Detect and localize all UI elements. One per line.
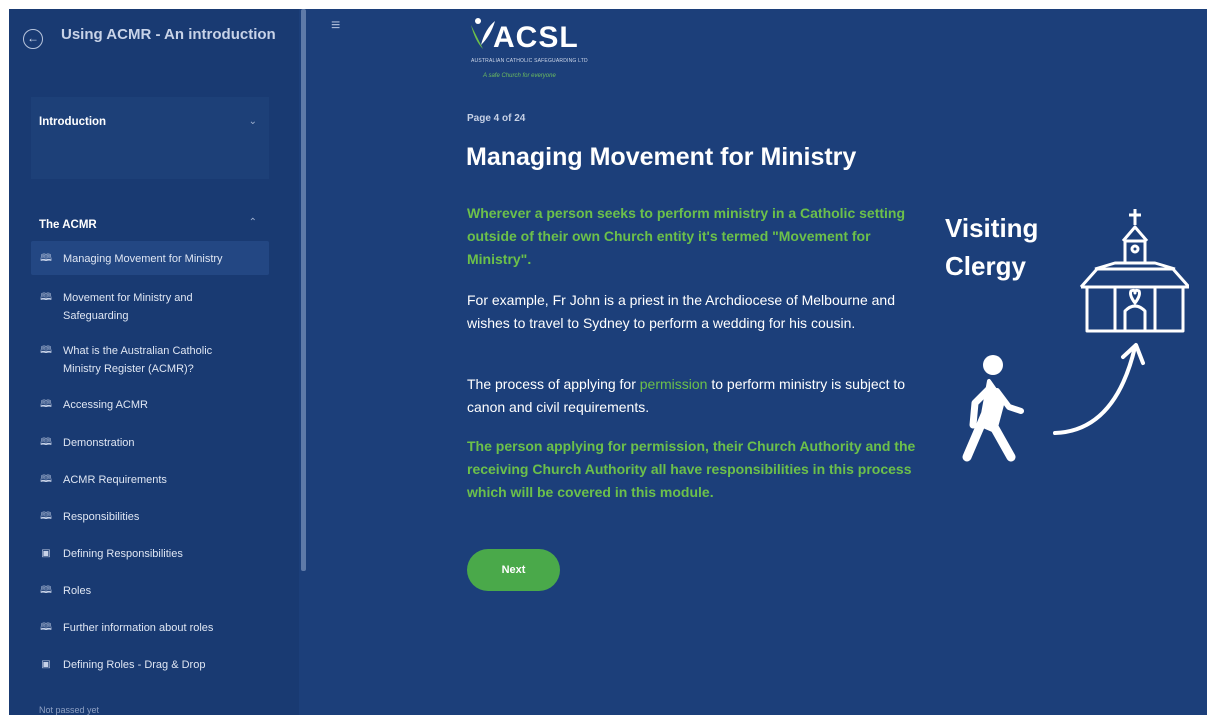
process-text-before: The process of applying for bbox=[467, 376, 640, 392]
permission-highlight: permission bbox=[639, 376, 708, 392]
lesson-item[interactable]: 🕮 ACMR Requirements bbox=[31, 462, 269, 499]
book-icon: 🕮 bbox=[40, 474, 52, 485]
course-title: Using ACMR - An introduction bbox=[61, 26, 276, 43]
walking-person-icon bbox=[962, 355, 1024, 462]
lesson-label: Defining Responsibilities bbox=[63, 548, 183, 560]
curved-arrow-icon bbox=[1053, 343, 1145, 435]
section-label: The ACMR bbox=[39, 219, 97, 231]
lesson-list: 🕮 Managing Movement for Ministry 🕮 Movem… bbox=[31, 241, 269, 684]
lesson-item[interactable]: 🕮 Managing Movement for Ministry bbox=[31, 241, 269, 275]
lesson-label: Defining Roles - Drag & Drop bbox=[63, 659, 206, 671]
example-text: For example, Fr John is a priest in the … bbox=[467, 292, 895, 331]
lesson-item[interactable]: 🕮 Movement for Ministry and Safeguarding bbox=[31, 275, 269, 329]
lesson-item[interactable]: 🕮 What is the Australian Catholic Minist… bbox=[31, 329, 269, 387]
lesson-item[interactable]: ▣ Defining Responsibilities bbox=[31, 536, 269, 573]
lesson-item[interactable]: 🕮 Demonstration bbox=[31, 425, 269, 462]
sidebar: ← Using ACMR - An introduction Introduct… bbox=[9, 9, 299, 715]
sidebar-header: ← Using ACMR - An introduction bbox=[21, 25, 291, 81]
chevron-up-icon: ⌃ bbox=[248, 217, 257, 228]
lesson-label: Further information about roles bbox=[63, 622, 214, 634]
book-icon: 🕮 bbox=[40, 437, 52, 448]
book-icon: 🕮 bbox=[40, 345, 52, 356]
logo-tagline: A safe Church for everyone bbox=[483, 73, 556, 79]
closing-text: The person applying for permission, thei… bbox=[467, 438, 916, 500]
book-icon: 🕮 bbox=[40, 399, 52, 410]
book-icon: 🕮 bbox=[40, 585, 52, 596]
acsl-logo: ACSL AUSTRALIAN CATHOLIC SAFEGUARDING LT… bbox=[467, 11, 607, 83]
lesson-label: Movement for Ministry and Safeguarding bbox=[63, 292, 193, 322]
hamburger-menu-icon[interactable]: ≡ bbox=[331, 17, 340, 35]
lesson-label: Roles bbox=[63, 585, 92, 597]
lesson-item[interactable]: 🕮 Further information about roles bbox=[31, 610, 269, 647]
lesson-label: ACMR Requirements bbox=[63, 474, 167, 486]
lesson-label: Demonstration bbox=[63, 437, 135, 449]
sidebar-scrollbar[interactable] bbox=[301, 9, 306, 571]
chevron-down-icon: ⌄ bbox=[248, 116, 257, 127]
lesson-item[interactable]: 🕮 Responsibilities bbox=[31, 499, 269, 536]
book-icon: 🕮 bbox=[40, 253, 52, 264]
logo-subtitle: AUSTRALIAN CATHOLIC SAFEGUARDING LTD bbox=[471, 58, 588, 64]
section-introduction[interactable]: Introduction ⌄ bbox=[31, 97, 269, 179]
book-icon: 🕮 bbox=[40, 622, 52, 633]
app-window: ← Using ACMR - An introduction Introduct… bbox=[9, 9, 1207, 715]
logo-text: ACSL bbox=[493, 21, 579, 54]
lesson-label: What is the Australian Catholic Ministry… bbox=[63, 345, 213, 375]
progress-status: Not passed yet bbox=[39, 705, 100, 715]
page-title: Managing Movement for Ministry bbox=[466, 143, 857, 171]
section-label: Introduction bbox=[39, 116, 107, 128]
section-the-acmr[interactable]: The ACMR ⌃ bbox=[31, 201, 269, 239]
next-button[interactable]: Next bbox=[467, 549, 560, 591]
quiz-icon: ▣ bbox=[41, 548, 51, 559]
page-indicator: Page 4 of 24 bbox=[467, 113, 526, 124]
lesson-item[interactable]: ▣ Defining Roles - Drag & Drop bbox=[31, 647, 269, 684]
visiting-clergy-illustration bbox=[962, 209, 1189, 462]
book-icon: 🕮 bbox=[40, 511, 52, 522]
lesson-label: Accessing ACMR bbox=[63, 399, 148, 411]
back-arrow-icon[interactable]: ← bbox=[23, 29, 43, 49]
intro-text: Wherever a person seeks to perform minis… bbox=[467, 205, 906, 267]
lesson-item[interactable]: 🕮 Accessing ACMR bbox=[31, 387, 269, 425]
church-icon bbox=[1079, 209, 1189, 333]
process-text: The process of applying for permission t… bbox=[467, 373, 917, 419]
lesson-label: Managing Movement for Ministry bbox=[63, 253, 223, 265]
quiz-icon: ▣ bbox=[41, 659, 51, 670]
book-icon: 🕮 bbox=[40, 292, 52, 303]
lesson-label: Responsibilities bbox=[63, 511, 140, 523]
lesson-item[interactable]: 🕮 Roles bbox=[31, 573, 269, 610]
